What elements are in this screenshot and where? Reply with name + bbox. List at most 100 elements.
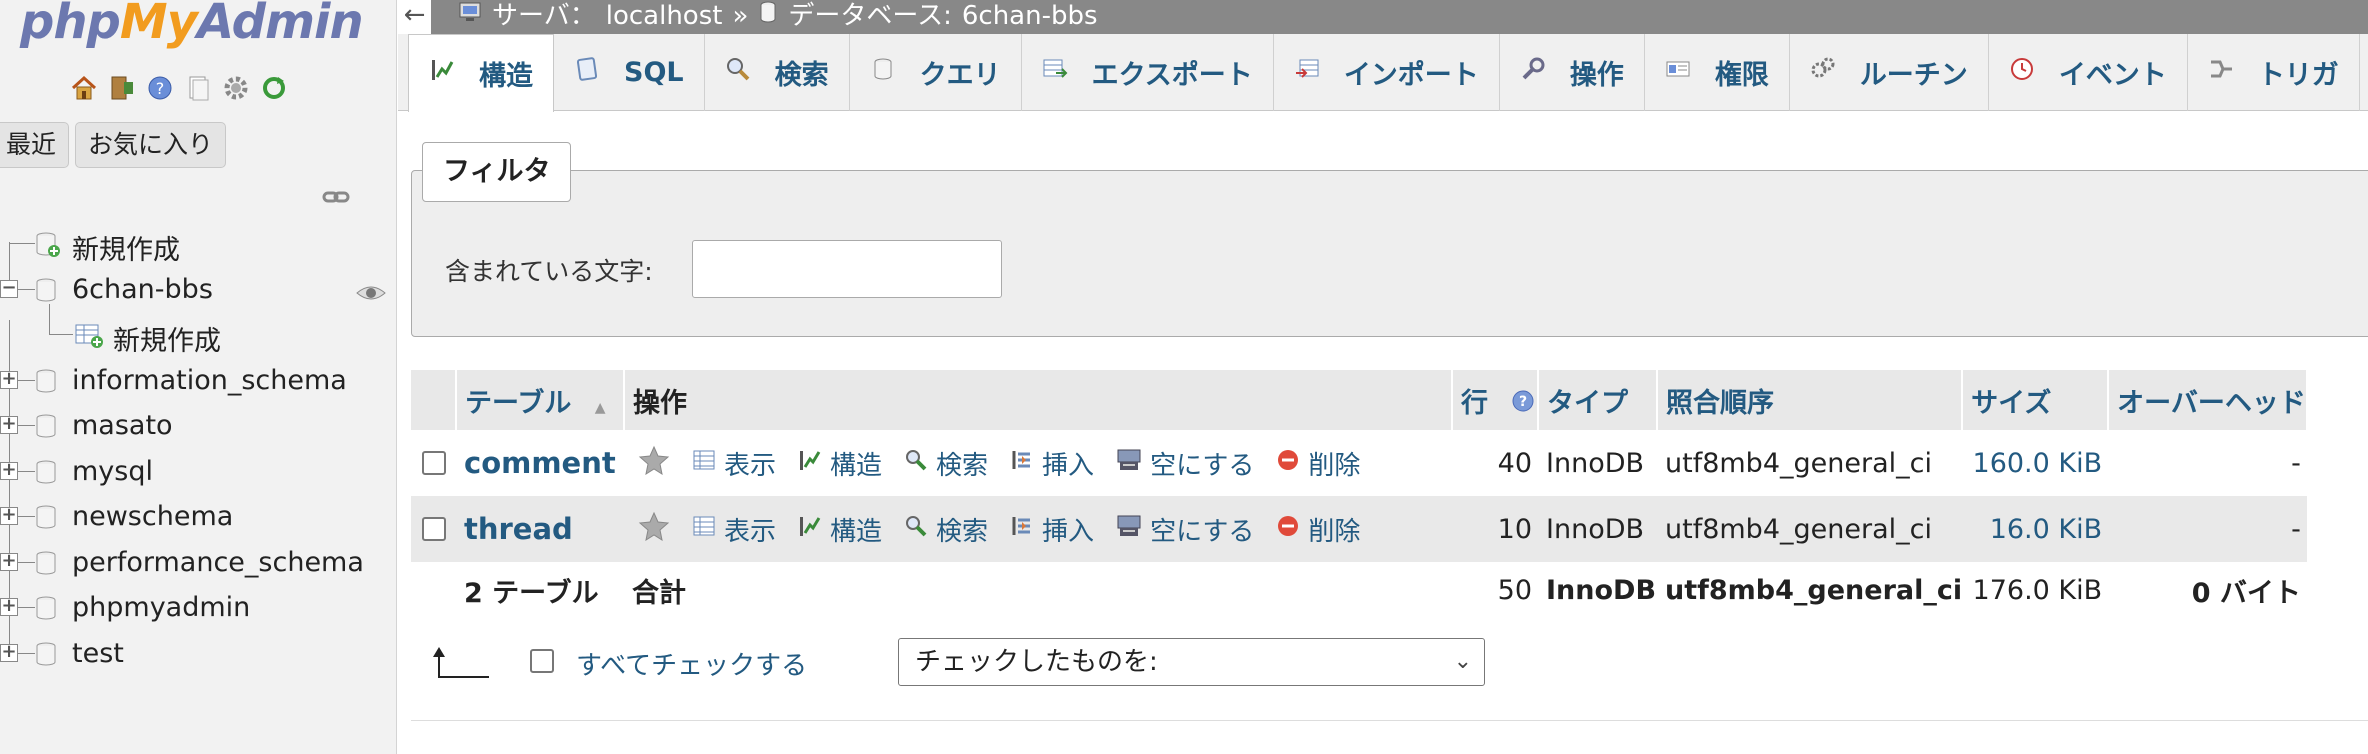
collation: utf8mb4_general_ci (1657, 496, 1963, 562)
nav-tab-recent[interactable]: 最近 (0, 122, 70, 168)
size-link[interactable]: 16.0 KiB (1962, 496, 2109, 562)
size-link[interactable]: 160.0 KiB (1962, 430, 2109, 496)
empty-action[interactable]: 空にする (1116, 511, 1254, 548)
check-all-label[interactable]: すべてチェックする (576, 645, 807, 682)
col-header-table[interactable]: テーブル ▲ (456, 370, 625, 430)
total-collation: utf8mb4_general_ci (1657, 562, 1963, 618)
link-chain-icon[interactable] (322, 186, 350, 212)
check-all-checkbox[interactable] (530, 649, 554, 673)
quick-links: ? (68, 72, 289, 103)
tab-operations[interactable]: 操作 (1500, 34, 1645, 111)
expand-icon[interactable]: + (0, 506, 18, 525)
tree-item-newschema[interactable]: + newschema (0, 494, 397, 540)
table-row: comment 表示 構造 検索 挿入 空にする 削除 40 InnoDB ut… (411, 430, 2307, 496)
search-action[interactable]: 検索 (904, 511, 988, 548)
browse-action[interactable]: 表示 (692, 445, 776, 482)
help-icon[interactable]: ? (1511, 389, 1535, 420)
table-header-row: テーブル ▲ 操作 行 ? タイプ 照合順序 サイズ オーバーヘッド (411, 370, 2308, 430)
database-icon (758, 0, 778, 32)
back-arrow-icon[interactable]: ← (398, 0, 432, 34)
tree-label[interactable]: 新規作成 (113, 319, 221, 358)
structure-action[interactable]: 構造 (798, 445, 882, 482)
server-link[interactable]: localhost (606, 0, 723, 32)
tree-label[interactable]: newschema (72, 501, 233, 532)
tab-export[interactable]: エクスポート (1022, 34, 1274, 111)
wrench-icon (1520, 56, 1546, 89)
with-selected-select[interactable]: チェックしたものを: ⌄ (898, 638, 1485, 686)
expand-icon[interactable]: + (0, 597, 18, 616)
tab-label: 検索 (774, 60, 829, 91)
action-label: 空にする (1150, 516, 1255, 547)
tab-events[interactable]: イベント (1989, 34, 2188, 111)
col-header-rows[interactable]: 行 ? (1452, 370, 1539, 430)
tree-item-masato[interactable]: + masato (0, 403, 397, 449)
expand-icon[interactable]: + (0, 642, 18, 662)
col-header-type[interactable]: タイプ (1538, 370, 1658, 430)
col-header-collation[interactable]: 照合順序 (1657, 370, 1964, 430)
tree-item-new-table[interactable]: 新規作成 (0, 304, 397, 358)
row-checkbox[interactable] (421, 517, 446, 541)
insert-action[interactable]: 挿入 (1010, 445, 1094, 482)
help-icon[interactable]: ? (144, 72, 175, 103)
reload-icon[interactable] (258, 72, 289, 103)
browse-action[interactable]: 表示 (692, 511, 776, 548)
tree-item-performance-schema[interactable]: + performance_schema (0, 540, 397, 586)
favorite-star-icon[interactable] (638, 445, 670, 482)
tab-privileges[interactable]: 権限 (1645, 34, 1790, 111)
tree-item-test[interactable]: + test (0, 631, 397, 677)
empty-action[interactable]: 空にする (1116, 445, 1254, 482)
tab-import[interactable]: インポート (1274, 34, 1500, 111)
tree-label[interactable]: mysql (72, 456, 153, 487)
expand-icon[interactable]: + (0, 551, 18, 571)
logout-icon[interactable] (106, 72, 137, 103)
tree-label[interactable]: information_schema (72, 365, 347, 396)
table-name-link[interactable]: thread (456, 496, 624, 562)
expand-icon[interactable]: + (0, 369, 18, 389)
tree-connector (49, 304, 50, 334)
drop-action[interactable]: 削除 (1276, 511, 1360, 548)
tree-label[interactable]: 新規作成 (72, 228, 180, 267)
docs-icon[interactable] (182, 72, 213, 103)
tab-routines[interactable]: ルーチン (1790, 34, 1989, 111)
structure-action[interactable]: 構造 (798, 511, 882, 548)
tab-triggers[interactable]: トリガ (2188, 34, 2360, 111)
tab-label: イベント (2058, 60, 2167, 91)
drop-action[interactable]: 削除 (1276, 445, 1360, 482)
tree-item-6chan-bbs[interactable]: − 6chan-bbs (0, 267, 397, 313)
database-link[interactable]: 6chan-bbs (962, 0, 1098, 32)
tree-label[interactable]: 6chan-bbs (72, 274, 213, 305)
tree-label[interactable]: phpmyadmin (72, 592, 250, 623)
expand-icon[interactable]: + (0, 415, 18, 434)
tab-query[interactable]: クエリ (850, 34, 1022, 111)
expand-icon[interactable]: + (0, 460, 18, 480)
database-icon (33, 549, 59, 584)
engine-type: InnoDB (1538, 496, 1657, 562)
col-header-size[interactable]: サイズ (1962, 370, 2110, 430)
tree-item-mysql[interactable]: + mysql (0, 449, 397, 495)
tab-sql[interactable]: SQL (554, 34, 705, 111)
col-header-actions: 操作 (624, 370, 1453, 430)
insert-action[interactable]: 挿入 (1010, 511, 1094, 548)
tree-label[interactable]: performance_schema (72, 547, 364, 578)
tab-structure[interactable]: 構造 (408, 34, 554, 112)
tree-label[interactable]: test (72, 638, 124, 669)
tab-search[interactable]: 検索 (705, 34, 850, 111)
settings-gear-icon[interactable] (220, 72, 251, 103)
bulk-actions: すべてチェックする チェックしたものを: ⌄ (411, 625, 2368, 695)
home-icon[interactable] (68, 72, 99, 103)
phpmyadmin-logo[interactable]: phpMyAdmin (20, 0, 364, 50)
tree-item-phpmyadmin[interactable]: + phpmyadmin (0, 585, 397, 631)
tree-label[interactable]: masato (72, 410, 173, 441)
row-checkbox[interactable] (421, 451, 446, 475)
table-name-link[interactable]: comment (456, 430, 624, 496)
row-checkbox-cell (411, 496, 456, 562)
filter-input[interactable] (692, 240, 1002, 298)
tree-item-information-schema[interactable]: + information_schema (0, 358, 397, 404)
collapse-icon[interactable]: − (0, 278, 18, 298)
tree-item-new-database[interactable]: 新規作成 (0, 221, 397, 267)
col-header-overhead[interactable]: オーバーヘッド (2108, 370, 2308, 430)
favorite-star-icon[interactable] (638, 511, 670, 548)
eye-icon[interactable] (355, 279, 387, 310)
nav-tab-favorites[interactable]: お気に入り (75, 122, 227, 168)
search-action[interactable]: 検索 (904, 445, 988, 482)
